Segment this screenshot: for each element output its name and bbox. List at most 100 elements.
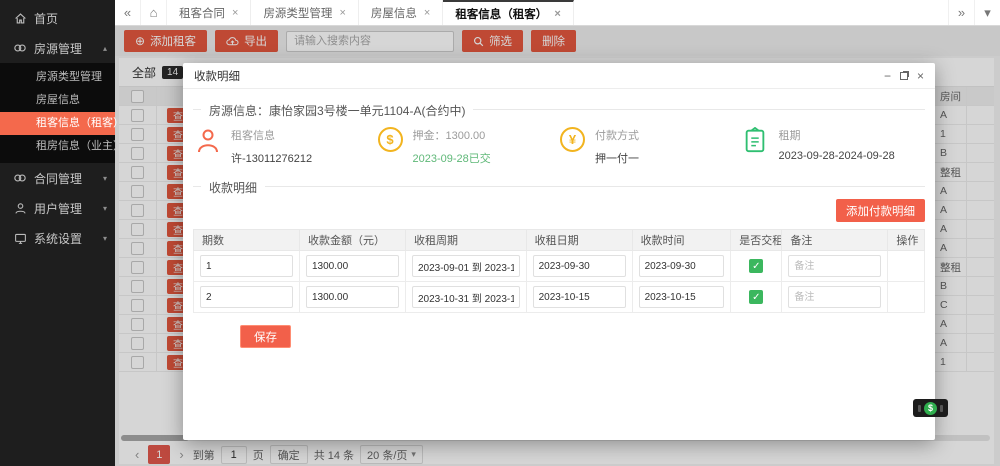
summary-row: 租客信息 许-13011276212 $ 押金：1300.00 2023-09-… [193,110,925,178]
rent-date-input[interactable] [533,286,626,308]
payment-detail-modal: 收款明细 − × 房源信息：康怡家园3号楼一单元1104-A(合约中) [183,63,935,440]
chevron-down-icon: ▾ [103,174,107,183]
col-rent-date: 收租日期 [526,230,632,251]
col-action: 操作 [888,230,925,251]
sidebar-item-home[interactable]: 首页 [0,3,115,33]
clipboard-icon [743,127,769,153]
tab-label: 租客合同 [179,5,225,21]
sidebar-item-label: 首页 [34,10,58,27]
col-paid: 是否交租 [731,230,782,251]
paid-checkbox[interactable]: ✓ [749,259,763,273]
chevron-down-icon: ▾ [103,204,107,213]
person-icon [195,127,221,153]
info-label: 租客信息 [231,127,312,143]
link-icon [13,41,27,55]
rent-date-input[interactable] [533,255,626,277]
link-icon [13,171,27,185]
period-input[interactable] [200,255,293,277]
save-button[interactable]: 保存 [240,325,291,348]
chevron-up-icon: ▴ [103,44,107,53]
tab-property-type[interactable]: 房源类型管理 × [251,0,358,25]
tab-house-info[interactable]: 房屋信息 × [359,0,443,25]
pay-time-input[interactable] [639,286,725,308]
sidebar-item-user-mgmt[interactable]: 用户管理 ▾ [0,193,115,223]
close-icon[interactable]: × [424,7,430,19]
tabbar-right-tools: » ▾ [948,0,1000,25]
sidebar-item-label: 合同管理 [34,170,82,187]
info-value: 2023-09-28-2024-09-28 [779,150,895,162]
modal-titlebar[interactable]: 收款明细 − × [183,63,935,89]
amount-input[interactable] [306,286,399,308]
sidebar-submenu: 房源类型管理 房屋信息 租客信息（租客） 租房信息（业主） [0,63,115,163]
payment-detail-fieldset: 收款明细 [193,186,925,187]
close-icon[interactable]: × [917,70,924,82]
payment-row: ✓ [194,251,925,282]
payment-table-header: 期数 收款金额（元） 收租周期 收租日期 收款时间 是否交租 备注 操作 [194,230,925,251]
monitor-icon [13,231,27,245]
info-label: 押金：1300.00 [413,127,491,143]
dollar-coin-icon: $ [378,127,403,152]
info-value: 2023-09-28已交 [413,150,491,166]
chevron-down-icon: ▾ [103,234,107,243]
home-tab-icon[interactable]: ⌂ [141,0,167,25]
close-icon[interactable]: × [339,7,345,19]
tabs-menu-icon[interactable]: ▾ [974,0,1000,25]
cycle-input[interactable] [412,255,520,277]
amount-input[interactable] [306,255,399,277]
modal-title: 收款明细 [194,68,240,84]
info-value: 许-13011276212 [231,150,312,166]
maximize-icon[interactable] [900,72,908,80]
sidebar-item-property-type[interactable]: 房源类型管理 [0,66,115,89]
tab-bar: « ⌂ 租客合同 × 房源类型管理 × 房屋信息 × 租客信息（租客） × » … [115,0,1000,26]
col-period: 期数 [194,230,300,251]
sidebar: 首页 房源管理 ▴ 房源类型管理 房屋信息 租客信息（租客） 租房信息（业主） … [0,0,115,466]
tab-label: 房源类型管理 [263,5,332,21]
sidebar-item-label: 用户管理 [34,200,82,217]
tab-label: 租客信息（租客） [455,6,547,22]
remark-input[interactable] [788,255,881,277]
tenant-info-item: 租客信息 许-13011276212 [195,127,378,166]
tabs-expand-icon[interactable]: » [948,0,974,25]
period-input[interactable] [200,286,293,308]
app-root: 首页 房源管理 ▴ 房源类型管理 房屋信息 租客信息（租客） 租房信息（业主） … [0,0,1000,466]
tab-tenant-info[interactable]: 租客信息（租客） × [443,0,573,25]
info-value: 押一付一 [595,150,639,166]
tabs-collapse-icon[interactable]: « [115,0,141,25]
sidebar-item-contract-mgmt[interactable]: 合同管理 ▾ [0,163,115,193]
sidebar-item-owner-info[interactable]: 租房信息（业主） [0,135,115,158]
tray-notch [940,405,943,412]
main-area: « ⌂ 租客合同 × 房源类型管理 × 房屋信息 × 租客信息（租客） × » … [115,0,1000,466]
money-tray-widget[interactable]: $ [913,399,948,417]
col-pay-time: 收款时间 [632,230,731,251]
tab-tenant-contract[interactable]: 租客合同 × [167,0,251,25]
sidebar-item-label: 房源管理 [34,40,82,57]
sidebar-item-label: 系统设置 [34,230,82,247]
sidebar-item-house-info[interactable]: 房屋信息 [0,89,115,112]
property-info-fieldset: 房源信息：康怡家园3号楼一单元1104-A(合约中) [193,109,925,110]
detail-toolbar: 添加付款明细 [193,187,925,229]
modal-body: 房源信息：康怡家园3号楼一单元1104-A(合约中) 租客信息 许-130112… [183,109,935,460]
minimize-icon[interactable]: − [884,70,891,82]
user-icon [13,201,27,215]
close-icon[interactable]: × [554,8,560,20]
sidebar-item-system-settings[interactable]: 系统设置 ▾ [0,223,115,253]
close-icon[interactable]: × [232,7,238,19]
info-label: 付款方式 [595,127,639,143]
payment-method-item: ¥ 付款方式 押一付一 [560,127,743,166]
remark-input[interactable] [788,286,881,308]
yen-coin-icon: ¥ [560,127,585,152]
payment-row: ✓ [194,282,925,313]
payment-detail-legend: 收款明细 [201,179,265,196]
paid-checkbox[interactable]: ✓ [749,290,763,304]
sidebar-item-tenant-info[interactable]: 租客信息（租客） [0,112,115,135]
home-icon [13,11,27,25]
tab-label: 房屋信息 [371,5,417,21]
col-cycle: 收租周期 [405,230,526,251]
add-payment-detail-button[interactable]: 添加付款明细 [836,199,925,222]
pay-time-input[interactable] [639,255,725,277]
sidebar-item-property-mgmt[interactable]: 房源管理 ▴ [0,33,115,63]
action-cell [888,282,925,313]
cycle-input[interactable] [412,286,520,308]
property-info-legend: 房源信息：康怡家园3号楼一单元1104-A(合约中) [201,102,473,119]
action-cell [888,251,925,282]
